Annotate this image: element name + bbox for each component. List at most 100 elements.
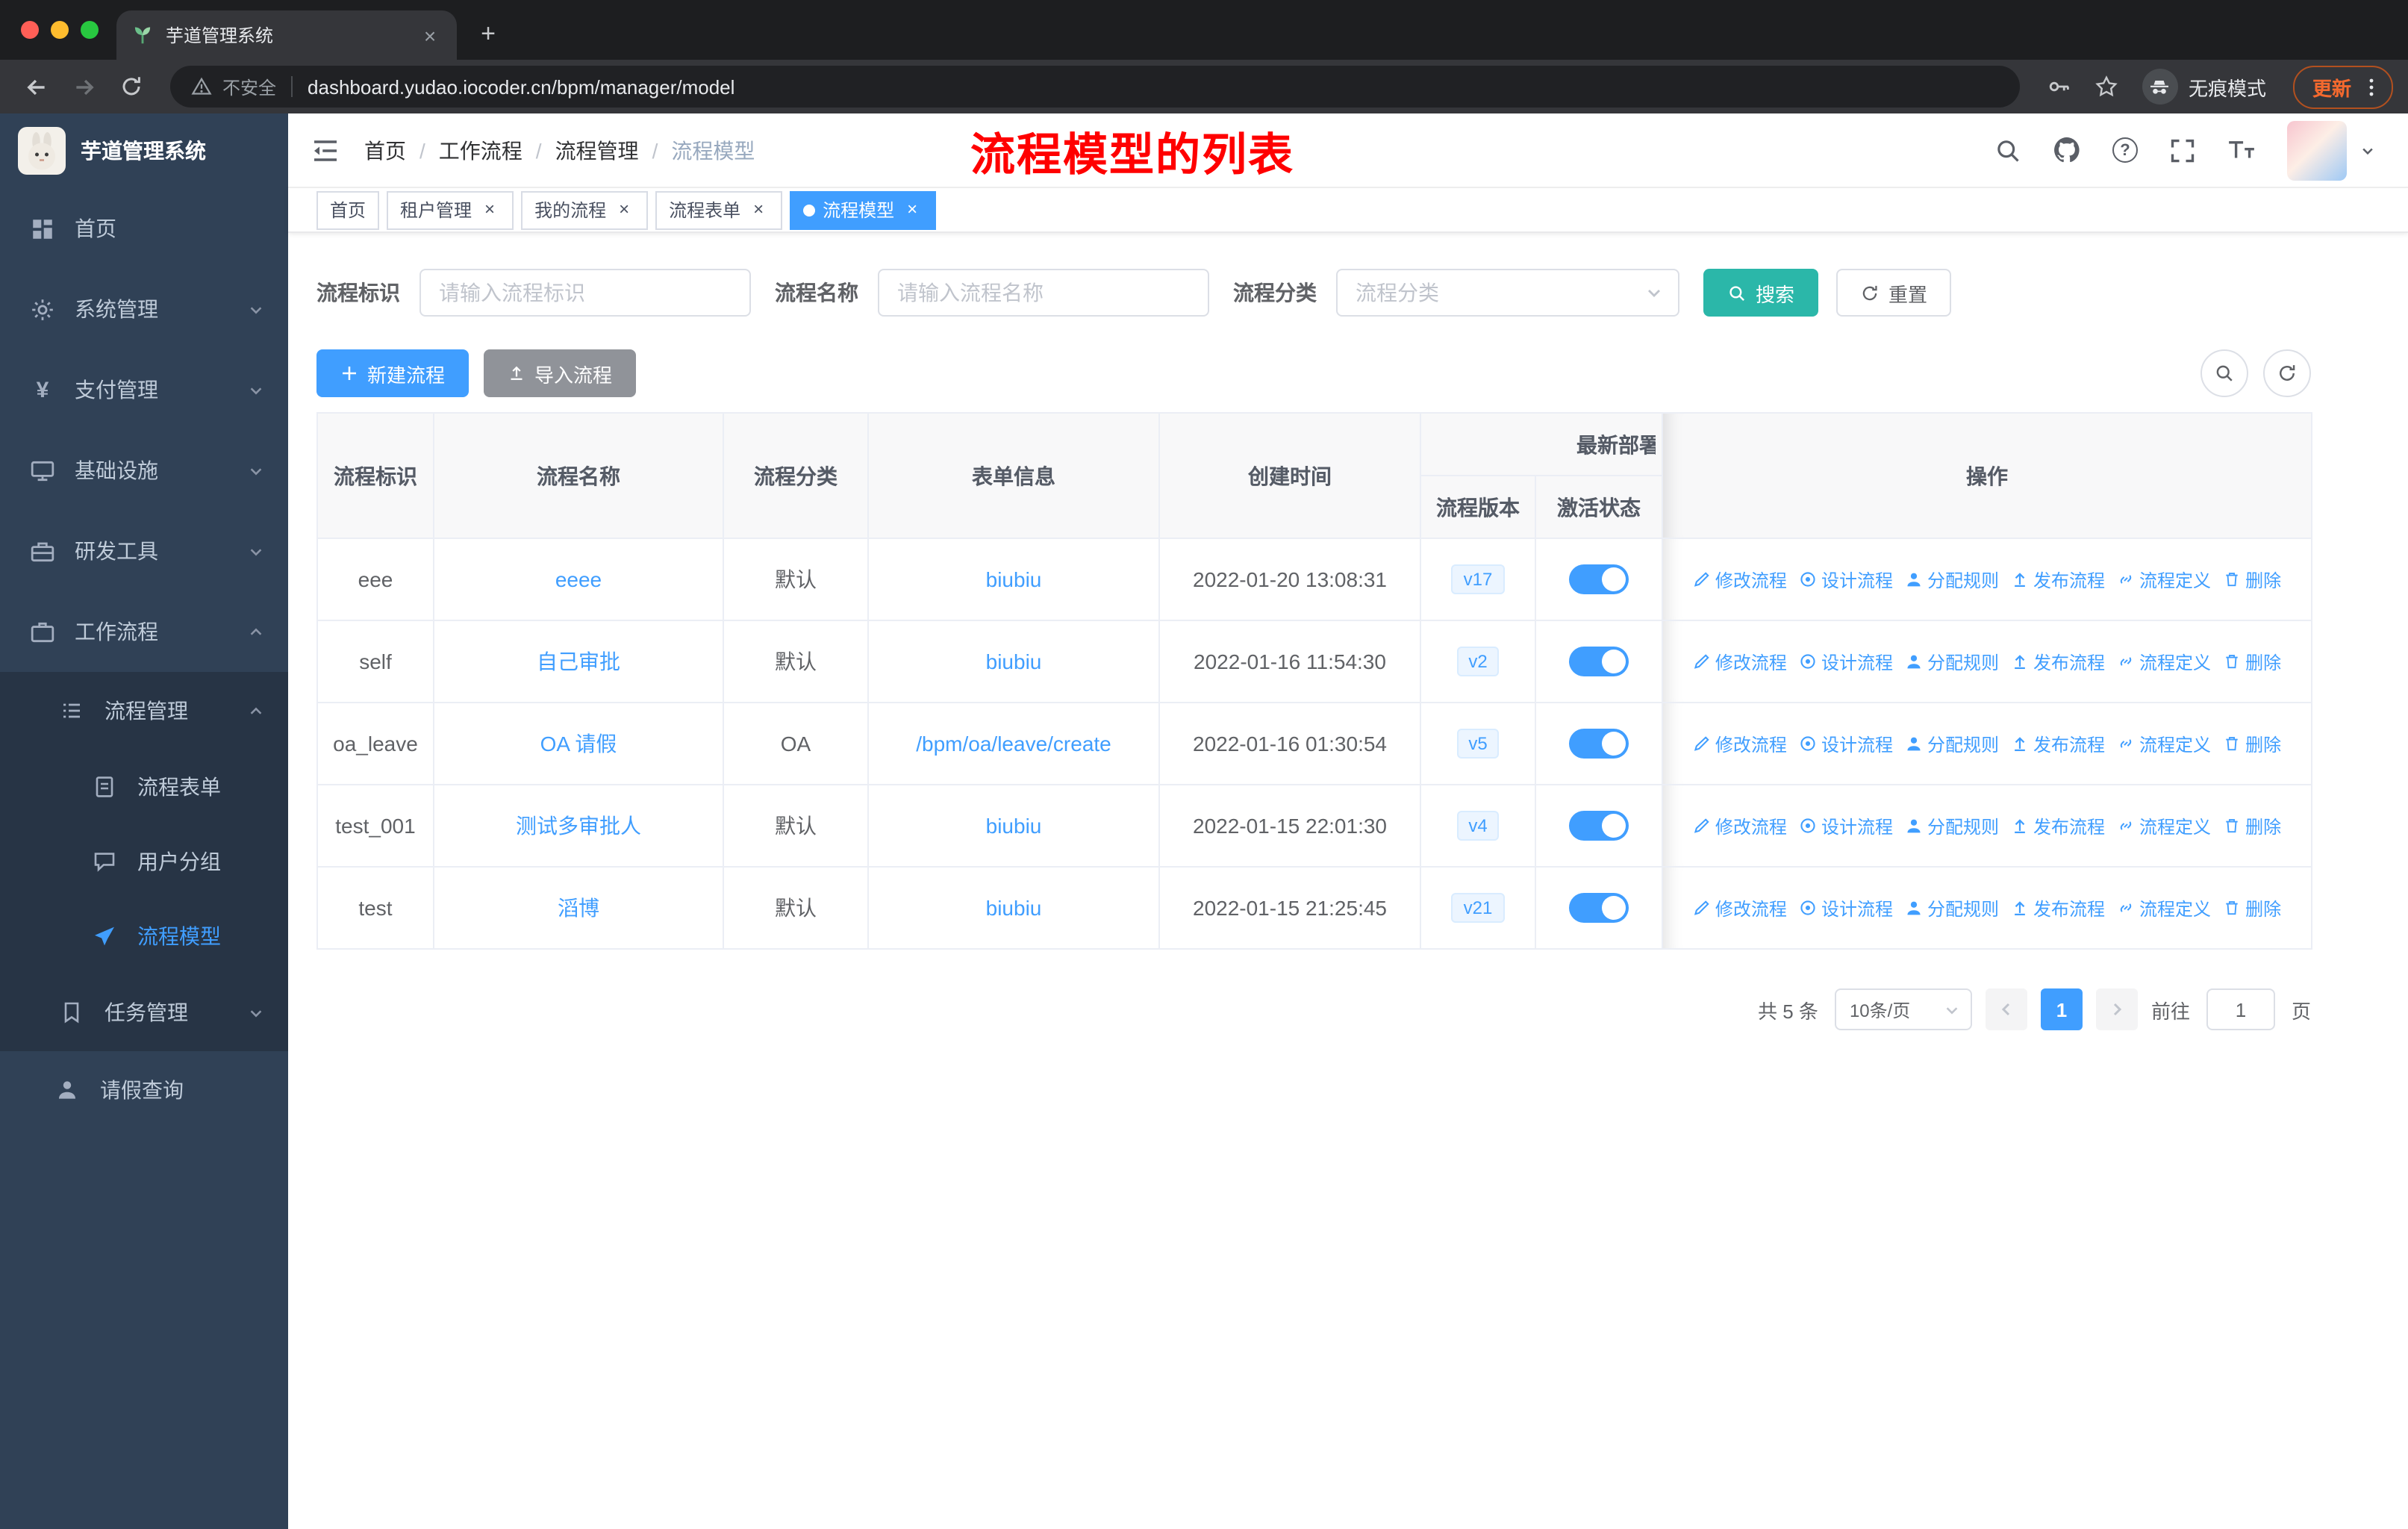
bookmark-star-icon[interactable] — [2086, 66, 2127, 108]
status-toggle[interactable] — [1569, 564, 1629, 594]
publish-process-link[interactable]: 发布流程 — [2011, 813, 2105, 838]
breadcrumb-item[interactable]: 流程管理 — [555, 135, 639, 165]
search-button[interactable]: 搜索 — [1703, 269, 1819, 317]
show-search-icon[interactable] — [2200, 349, 2248, 397]
forward-button[interactable] — [63, 66, 105, 108]
next-page-button[interactable] — [2095, 988, 2138, 1030]
process-definition-link[interactable]: 流程定义 — [2117, 649, 2211, 674]
process-key-input[interactable] — [419, 269, 751, 317]
goto-page-input[interactable] — [2206, 988, 2275, 1030]
font-size-icon[interactable] — [2227, 139, 2256, 161]
sidebar-item-home[interactable]: 首页 — [0, 188, 288, 269]
tag-my-process[interactable]: 我的流程 × — [521, 190, 649, 229]
tag-home[interactable]: 首页 — [316, 190, 380, 229]
close-icon[interactable]: × — [479, 199, 500, 220]
browser-tab[interactable]: 芋道管理系统 × — [116, 10, 457, 60]
process-name-link[interactable]: OA 请假 — [540, 732, 617, 756]
close-window-button[interactable] — [21, 21, 39, 39]
incognito-badge[interactable]: 无痕模式 — [2142, 69, 2266, 105]
maximize-window-button[interactable] — [81, 21, 99, 39]
sidebar-item-payment[interactable]: ¥ 支付管理 — [0, 349, 288, 430]
page-size-select[interactable]: 10条/页 — [1834, 988, 1972, 1030]
form-link[interactable]: biubiu — [986, 567, 1042, 591]
assign-rule-link[interactable]: 分配规则 — [1905, 649, 1999, 674]
sidebar-item-infrastructure[interactable]: 基础设施 — [0, 430, 288, 511]
assign-rule-link[interactable]: 分配规则 — [1905, 731, 1999, 756]
breadcrumb-item[interactable]: 工作流程 — [439, 135, 523, 165]
process-definition-link[interactable]: 流程定义 — [2117, 813, 2211, 838]
close-icon[interactable]: × — [748, 199, 769, 220]
process-definition-link[interactable]: 流程定义 — [2117, 567, 2211, 592]
sidebar-item-devtools[interactable]: 研发工具 — [0, 511, 288, 591]
assign-rule-link[interactable]: 分配规则 — [1905, 813, 1999, 838]
tag-process-form[interactable]: 流程表单 × — [655, 190, 783, 229]
close-icon[interactable]: × — [902, 199, 923, 220]
process-definition-link[interactable]: 流程定义 — [2117, 895, 2211, 921]
sidebar-item-workflow[interactable]: 工作流程 — [0, 591, 288, 672]
process-definition-link[interactable]: 流程定义 — [2117, 731, 2211, 756]
process-name-link[interactable]: eeee — [555, 567, 602, 591]
sidebar-logo[interactable]: 芋道管理系统 — [0, 113, 288, 188]
delete-link[interactable]: 删除 — [2223, 649, 2281, 674]
search-icon[interactable] — [1994, 137, 2021, 164]
reload-button[interactable] — [110, 66, 152, 108]
edit-process-link[interactable]: 修改流程 — [1693, 567, 1787, 592]
sidebar-item-process-model[interactable]: 流程模型 — [0, 899, 288, 974]
delete-link[interactable]: 删除 — [2223, 895, 2281, 921]
close-icon[interactable]: × — [614, 199, 634, 220]
form-link[interactable]: /bpm/oa/leave/create — [916, 732, 1111, 756]
process-name-link[interactable]: 测试多审批人 — [516, 814, 641, 838]
process-name-link[interactable]: 滔博 — [558, 896, 599, 920]
assign-rule-link[interactable]: 分配规则 — [1905, 567, 1999, 592]
password-key-icon[interactable] — [2038, 66, 2080, 108]
edit-process-link[interactable]: 修改流程 — [1693, 813, 1787, 838]
edit-process-link[interactable]: 修改流程 — [1693, 649, 1787, 674]
sidebar-item-system[interactable]: 系统管理 — [0, 269, 288, 349]
import-process-button[interactable]: 导入流程 — [484, 349, 637, 397]
sidebar-item-process-mgmt[interactable]: 流程管理 — [0, 672, 288, 750]
reset-button[interactable]: 重置 — [1836, 269, 1952, 317]
sidebar-item-process-form[interactable]: 流程表单 — [0, 750, 288, 824]
assign-rule-link[interactable]: 分配规则 — [1905, 895, 1999, 921]
minimize-window-button[interactable] — [51, 21, 69, 39]
design-process-link[interactable]: 设计流程 — [1799, 649, 1893, 674]
address-bar[interactable]: 不安全 dashboard.yudao.iocoder.cn/bpm/manag… — [170, 66, 2020, 108]
page-number-button[interactable]: 1 — [2040, 988, 2083, 1030]
design-process-link[interactable]: 设计流程 — [1799, 567, 1893, 592]
process-name-link[interactable]: 自己审批 — [537, 650, 620, 673]
help-icon[interactable]: ? — [2112, 137, 2138, 163]
refresh-icon[interactable] — [2263, 349, 2311, 397]
sidebar-item-task-mgmt[interactable]: 任务管理 — [0, 974, 288, 1051]
status-toggle[interactable] — [1569, 811, 1629, 841]
new-tab-button[interactable]: + — [469, 15, 508, 54]
status-toggle[interactable] — [1569, 647, 1629, 676]
status-toggle[interactable] — [1569, 893, 1629, 923]
design-process-link[interactable]: 设计流程 — [1799, 813, 1893, 838]
avatar[interactable] — [2287, 120, 2347, 180]
back-button[interactable] — [15, 66, 57, 108]
sidebar-item-leave-query[interactable]: 请假查询 — [0, 1051, 288, 1129]
update-button[interactable]: 更新 — [2292, 65, 2393, 108]
sidebar-item-user-group[interactable]: 用户分组 — [0, 824, 288, 899]
publish-process-link[interactable]: 发布流程 — [2011, 731, 2105, 756]
form-link[interactable]: biubiu — [986, 650, 1042, 673]
publish-process-link[interactable]: 发布流程 — [2011, 649, 2105, 674]
design-process-link[interactable]: 设计流程 — [1799, 731, 1893, 756]
edit-process-link[interactable]: 修改流程 — [1693, 731, 1787, 756]
design-process-link[interactable]: 设计流程 — [1799, 895, 1893, 921]
form-link[interactable]: biubiu — [986, 896, 1042, 920]
security-label[interactable]: 不安全 — [222, 74, 276, 99]
delete-link[interactable]: 删除 — [2223, 731, 2281, 756]
process-name-input[interactable] — [878, 269, 1209, 317]
tag-process-model[interactable]: 流程模型 × — [790, 190, 937, 229]
tab-close-icon[interactable]: × — [418, 23, 442, 47]
create-process-button[interactable]: 新建流程 — [316, 349, 470, 397]
kebab-menu-icon[interactable] — [2360, 75, 2383, 98]
fullscreen-icon[interactable] — [2169, 137, 2196, 164]
publish-process-link[interactable]: 发布流程 — [2011, 567, 2105, 592]
github-icon[interactable] — [2053, 136, 2081, 164]
sidebar-collapse-icon[interactable] — [311, 135, 340, 165]
delete-link[interactable]: 删除 — [2223, 567, 2281, 592]
breadcrumb-item[interactable]: 首页 — [364, 135, 406, 165]
publish-process-link[interactable]: 发布流程 — [2011, 895, 2105, 921]
